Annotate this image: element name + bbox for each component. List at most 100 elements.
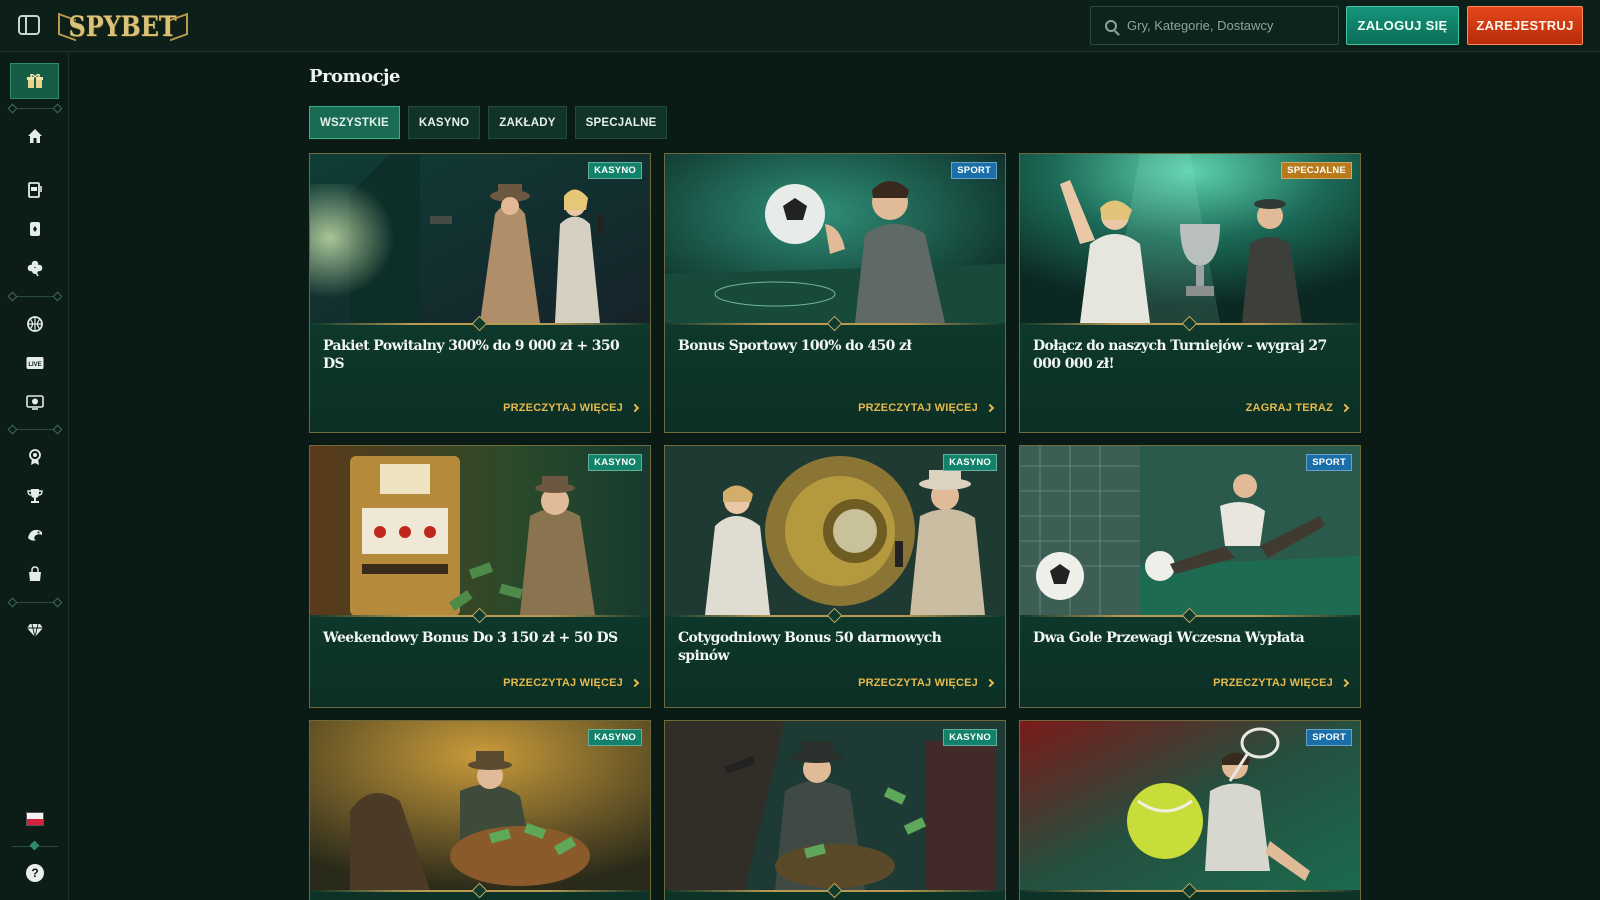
login-button[interactable]: ZALOGUJ SIĘ (1346, 6, 1459, 45)
svg-text:LIVE: LIVE (28, 362, 41, 368)
read-more-label: PRZECZYTAJ WIĘCEJ (858, 402, 978, 414)
read-more-link[interactable]: PRZECZYTAJ WIĘCEJ (503, 402, 640, 414)
medal-icon (26, 448, 44, 466)
promo-card[interactable]: SPECJALNE Dołącz do naszych Turniejów - … (1019, 153, 1361, 433)
category-badge: KASYNO (588, 162, 642, 179)
promo-title: Pakiet Powitalny 300% do 9 000 zł + 350 … (323, 338, 620, 372)
sidebar-item-chameleon[interactable] (10, 517, 59, 553)
category-badge: SPORT (1306, 454, 1352, 471)
promo-image-gangster (665, 721, 1005, 890)
chevron-right-icon (630, 678, 640, 688)
chevron-right-icon (1340, 678, 1350, 688)
card-divider (310, 323, 650, 325)
search-input[interactable] (1127, 18, 1327, 33)
category-badge: SPECJALNE (1281, 162, 1352, 179)
promo-card[interactable]: KASYNO (664, 720, 1006, 900)
promo-title: Cotygodniowy Bonus 50 darmowych spinów (678, 630, 942, 664)
sidebar-item-virtual[interactable] (10, 384, 59, 420)
category-badge: SPORT (951, 162, 997, 179)
play-now-label: ZAGRAJ TERAZ (1245, 402, 1333, 414)
sidebar-divider (12, 108, 58, 109)
chevron-right-icon (1340, 403, 1350, 413)
chevron-right-icon (985, 403, 995, 413)
spybet-logo[interactable]: SPYBET (58, 6, 188, 46)
play-now-link[interactable]: ZAGRAJ TERAZ (1245, 402, 1350, 414)
basketball-icon (26, 315, 44, 333)
sidebar-divider (12, 296, 58, 297)
promo-title: Dwa Gole Przewagi Wczesna Wypłata (1033, 630, 1305, 646)
sidebar-item-shop[interactable] (10, 556, 59, 592)
read-more-link[interactable]: PRZECZYTAJ WIĘCEJ (858, 402, 995, 414)
card-divider (665, 323, 1005, 325)
help-icon[interactable]: ? (26, 864, 44, 882)
promo-image-trophy (1020, 154, 1360, 323)
chevron-right-icon (985, 678, 995, 688)
chameleon-icon (26, 526, 44, 544)
tab-casino[interactable]: KASYNO (407, 106, 481, 139)
promo-title: Weekendowy Bonus Do 3 150 zł + 50 DS (323, 630, 618, 646)
promo-card[interactable]: SPORT Dwa Gole Przewagi Wczesna Wypłata … (1019, 445, 1361, 708)
top-header: SPYBET ZALOGUJ SIĘ ZAREJESTRUJ (0, 0, 1600, 52)
read-more-link[interactable]: PRZECZYTAJ WIĘCEJ (503, 677, 640, 689)
card-divider (310, 890, 650, 892)
flag-poland-icon[interactable] (26, 812, 44, 826)
register-button[interactable]: ZAREJESTRUJ (1467, 6, 1583, 45)
sidebar-item-sports[interactable] (10, 306, 59, 342)
read-more-label: PRZECZYTAJ WIĘCEJ (1213, 677, 1333, 689)
promo-image-vault (665, 446, 1005, 615)
clover-icon (26, 259, 44, 277)
promo-title: Bonus Sportowy 100% do 450 zł (678, 338, 912, 354)
sidebar-item-slots[interactable] (10, 172, 59, 208)
promo-card[interactable]: KASYNO (309, 720, 651, 900)
sidebar-item-live[interactable]: LIVE (10, 345, 59, 381)
slot-machine-icon (26, 181, 44, 199)
promo-title: Dołącz do naszych Turniejów - wygraj 27 … (1033, 338, 1327, 372)
card-divider (1020, 323, 1360, 325)
sidebar-item-promotions[interactable] (10, 63, 59, 99)
logo-text: SPYBET (68, 9, 178, 43)
promo-card[interactable]: KASYNO Weekendowy Bonus Do 3 150 zł + 50… (309, 445, 651, 708)
sidebar-item-achievements[interactable] (10, 439, 59, 475)
gift-icon (26, 72, 44, 90)
shopping-bag-icon (26, 565, 44, 583)
tab-special[interactable]: SPECJALNE (574, 106, 668, 139)
promo-card[interactable]: KASYNO Pakiet Powitalny 300% do 9 000 zł… (309, 153, 651, 433)
search-box[interactable] (1090, 6, 1339, 45)
tab-bets[interactable]: ZAKŁADY (488, 106, 567, 139)
sidebar-item-cards[interactable] (10, 211, 59, 247)
sidebar-item-tournaments[interactable] (10, 478, 59, 514)
tab-all[interactable]: WSZYSTKIE (309, 106, 400, 139)
category-badge: KASYNO (943, 454, 997, 471)
sidebar-item-home[interactable] (10, 118, 59, 154)
read-more-link[interactable]: PRZECZYTAJ WIĘCEJ (858, 677, 995, 689)
category-badge: KASYNO (588, 454, 642, 471)
virtual-sports-icon (25, 393, 44, 411)
category-badge: SPORT (1306, 729, 1352, 746)
page-title: Promocje (309, 66, 401, 87)
promo-card[interactable]: KASYNO Cotygodniowy Bonus 50 darmowych s… (664, 445, 1006, 708)
promo-image-slot-machine (310, 446, 650, 615)
sidebar-divider (12, 429, 58, 430)
sidebar-toggle-icon[interactable] (18, 15, 40, 35)
chevron-right-icon (630, 403, 640, 413)
left-sidebar: LIVE ? (0, 52, 69, 900)
category-badge: KASYNO (943, 729, 997, 746)
card-divider (310, 615, 650, 617)
read-more-label: PRZECZYTAJ WIĘCEJ (503, 402, 623, 414)
promo-image-detectives (310, 154, 650, 323)
promo-image-money-bag (310, 721, 650, 890)
category-badge: KASYNO (588, 729, 642, 746)
promotion-tabs: WSZYSTKIE KASYNO ZAKŁADY SPECJALNE (309, 106, 668, 139)
sidebar-item-lucky[interactable] (10, 250, 59, 286)
promo-card[interactable]: SPORT (1019, 720, 1361, 900)
read-more-link[interactable]: PRZECZYTAJ WIĘCEJ (1213, 677, 1350, 689)
home-icon (26, 127, 44, 145)
card-divider (1020, 615, 1360, 617)
card-divider (665, 890, 1005, 892)
diamond-icon (26, 621, 44, 639)
promo-image-soccer-player (665, 154, 1005, 323)
promo-image-tennis (1020, 721, 1360, 890)
promo-card[interactable]: SPORT Bonus Sportowy 100% do 450 zł PRZE… (664, 153, 1006, 433)
sidebar-item-vip[interactable] (10, 612, 59, 648)
sidebar-divider (12, 846, 58, 847)
